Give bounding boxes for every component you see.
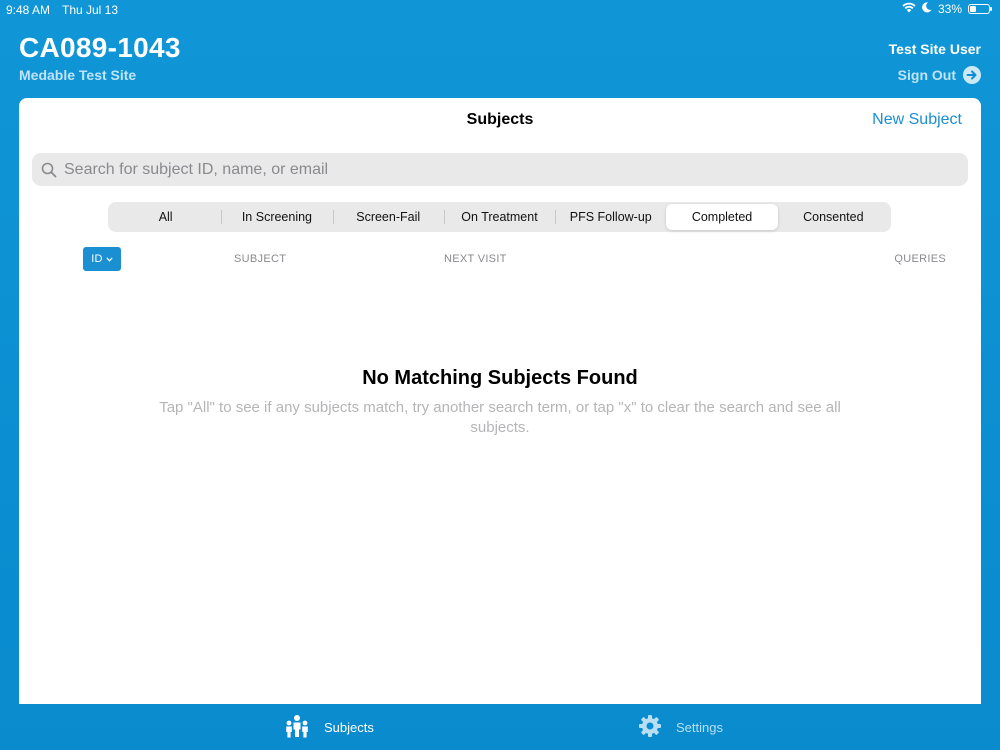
status-date: Thu Jul 13 xyxy=(62,3,119,17)
segment-on-treatment[interactable]: On Treatment xyxy=(443,204,555,230)
battery-icon xyxy=(968,4,992,14)
moon-icon xyxy=(922,2,932,16)
empty-state-message: Tap "All" to see if any subjects match, … xyxy=(159,399,841,436)
tab-subjects-label: Subjects xyxy=(324,720,374,735)
status-bar: 9:48 AM Thu Jul 13 33% xyxy=(0,0,1000,20)
new-subject-button[interactable]: New Subject xyxy=(872,111,962,129)
id-sort-button[interactable]: ID xyxy=(83,247,121,271)
status-time: 9:48 AM xyxy=(6,3,51,17)
battery-percent: 33% xyxy=(937,2,962,16)
subjects-panel: Subjects New Subject All In Screening Sc… xyxy=(19,98,981,704)
tab-settings-label: Settings xyxy=(676,720,723,735)
search-input[interactable] xyxy=(62,159,946,180)
id-sort-label: ID xyxy=(91,253,103,265)
column-next-visit[interactable]: NEXT VISIT xyxy=(444,253,507,265)
column-subject[interactable]: SUBJECT xyxy=(234,253,286,265)
segment-in-screening[interactable]: In Screening xyxy=(221,204,332,230)
tab-settings[interactable]: Settings xyxy=(638,714,723,741)
table-header: ID SUBJECT NEXT VISIT QUERIES xyxy=(19,247,981,273)
segment-all[interactable]: All xyxy=(110,204,221,230)
sign-out-label: Sign Out xyxy=(897,67,956,83)
segment-pfs-follow-up[interactable]: PFS Follow-up xyxy=(555,204,666,230)
site-name: Medable Test Site xyxy=(19,67,137,83)
battery-level xyxy=(970,6,976,12)
column-queries[interactable]: QUERIES xyxy=(894,253,946,265)
chevron-down-icon xyxy=(106,253,113,265)
status-indicators: 33% xyxy=(902,2,992,16)
sign-out-button[interactable]: Sign Out xyxy=(898,66,981,84)
arrow-right-circle-icon xyxy=(963,66,981,84)
tab-subjects[interactable]: Subjects xyxy=(284,714,374,741)
empty-state-title: No Matching Subjects Found xyxy=(362,367,638,389)
status-filter-segments: All In Screening Screen-Fail On Treatmen… xyxy=(108,202,891,232)
search-bar[interactable] xyxy=(32,153,968,186)
tab-bar: Subjects Settings xyxy=(0,704,1000,750)
people-icon xyxy=(284,714,310,741)
segment-consented[interactable]: Consented xyxy=(778,204,889,230)
search-icon xyxy=(40,161,58,179)
panel-title: Subjects xyxy=(466,111,534,128)
user-name: Test Site User xyxy=(888,41,981,57)
segment-screen-fail[interactable]: Screen-Fail xyxy=(332,204,444,230)
wifi-icon xyxy=(902,2,916,16)
gear-icon xyxy=(638,714,662,741)
study-title: CA089-1043 xyxy=(19,32,181,63)
segment-completed[interactable]: Completed xyxy=(666,204,778,230)
